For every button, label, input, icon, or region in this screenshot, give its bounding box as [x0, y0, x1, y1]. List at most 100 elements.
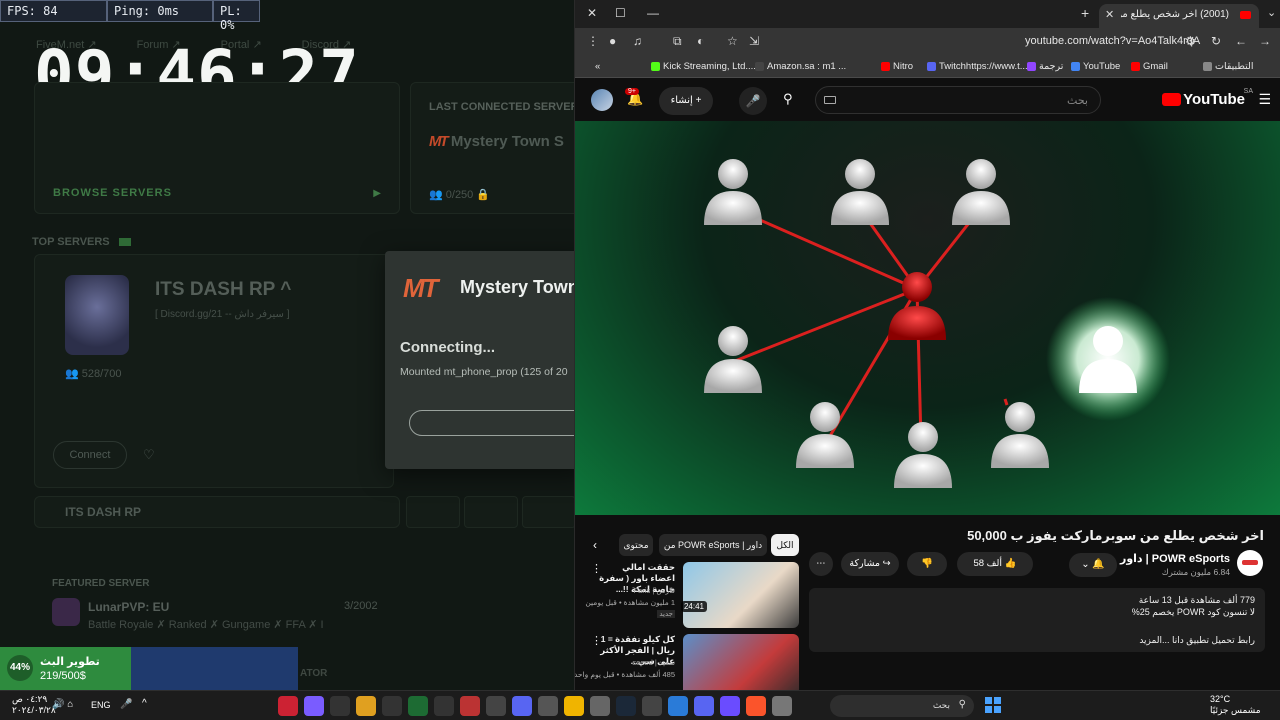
bookmark-nitro[interactable]: Nitro: [881, 61, 913, 72]
app-icon[interactable]: [460, 696, 480, 716]
featured-server-name[interactable]: LunarPVP: EU: [88, 600, 169, 614]
chrome-icon[interactable]: [668, 696, 688, 716]
subscribed-bell-button[interactable]: ⌄ 🔔: [1069, 553, 1117, 577]
file-explorer-icon[interactable]: [772, 696, 792, 716]
tab-search-icon[interactable]: ⌄: [1267, 6, 1276, 19]
search-input[interactable]: بحث: [815, 86, 1101, 114]
bookmark-gmail[interactable]: Gmail: [1131, 61, 1168, 72]
like-button[interactable]: 58 ألف 👍: [957, 552, 1033, 576]
video-thumbnail[interactable]: [683, 562, 799, 628]
user-avatar[interactable]: [591, 89, 613, 111]
extension-icon[interactable]: ◐: [697, 34, 704, 48]
bookmark-star-icon[interactable]: ☆: [727, 34, 738, 48]
reload-icon[interactable]: ↻: [1211, 34, 1221, 48]
channel-avatar[interactable]: [1237, 550, 1263, 576]
back-icon[interactable]: ←: [1235, 34, 1247, 48]
bookmark-amazon[interactable]: Amazon.sa : m1 ...: [755, 61, 846, 72]
bookmarks-overflow-icon[interactable]: «: [595, 61, 600, 72]
app-icon[interactable]: [486, 696, 506, 716]
connect-button[interactable]: Connect: [53, 441, 127, 469]
app-icon[interactable]: [408, 696, 428, 716]
taskbar-clock[interactable]: ٠٤:٢٩ ص ٢٠٢٤/٠٣/٢٨: [12, 694, 56, 716]
last-connected-card[interactable]: LAST CONNECTED SERVER MT Mystery Town S …: [410, 82, 574, 214]
taskbar-search[interactable]: بحث ⚲: [830, 695, 974, 717]
language-indicator[interactable]: ENG: [91, 700, 111, 710]
browser-tab[interactable]: ✕ (2001) اخر شخص يطلع من سو: [1099, 4, 1259, 28]
voice-search-icon[interactable]: 🎤: [739, 87, 767, 115]
weather-widget[interactable]: 32°C مشمس جزئيًا: [1210, 694, 1261, 716]
youtube-logo[interactable]: YouTube: [1162, 91, 1245, 108]
dislike-button[interactable]: 👎: [907, 552, 947, 576]
app-icon[interactable]: [590, 696, 610, 716]
search-icon[interactable]: ⚲: [783, 91, 793, 107]
discord-icon[interactable]: [512, 696, 532, 716]
hamburger-menu-icon[interactable]: ☰: [1258, 91, 1271, 108]
app-icon[interactable]: [382, 696, 402, 716]
menu-dots-icon[interactable]: ⋮: [587, 34, 599, 48]
app-icon[interactable]: [720, 696, 740, 716]
bookmark-youtube[interactable]: YouTube: [1071, 61, 1120, 72]
bookmark-translate[interactable]: ترجمة: [1027, 61, 1063, 72]
app-icon[interactable]: [304, 696, 324, 716]
bookmark-apps[interactable]: التطبيقات: [1203, 61, 1254, 72]
more-actions-button[interactable]: ⋯: [809, 552, 833, 576]
app-icon[interactable]: [434, 696, 454, 716]
tray-icons[interactable]: 🔊 ⌂: [52, 699, 73, 710]
profile-icon[interactable]: ●: [609, 34, 616, 48]
chevron-left-icon[interactable]: ‹: [593, 538, 597, 552]
microphone-icon[interactable]: 🎤: [120, 699, 132, 710]
maximize-window-icon[interactable]: ☐: [615, 6, 626, 20]
install-app-icon[interactable]: ⇲: [749, 34, 759, 48]
new-tab-icon[interactable]: +: [1081, 5, 1089, 21]
video-description[interactable]: 779 ألف مشاهدة قبل 13 ساعة لا تنسون كود …: [809, 588, 1265, 652]
bookmark-translate-label: ترجمة: [1039, 61, 1064, 72]
red-person-icon: [888, 272, 946, 340]
chip-from-channel[interactable]: من POWR eSports | داور: [659, 534, 767, 556]
share-button[interactable]: مشاركة ↪: [841, 552, 899, 576]
top-server-card[interactable]: ITS DASH RP ^ [ Discord.gg/21 -- سيرفر د…: [34, 254, 394, 488]
video-player[interactable]: [575, 121, 1280, 515]
recommended-video[interactable]: 24:41 حققت امالي اعضاء باور ( سفرة خاصة …: [585, 562, 799, 628]
create-button[interactable]: إنشاء +: [659, 87, 713, 115]
channel-name[interactable]: POWR eSports | داور: [1120, 552, 1230, 565]
close-window-icon[interactable]: ✕: [587, 6, 597, 20]
favorite-heart-icon[interactable]: ♡: [143, 447, 155, 463]
media-icon[interactable]: ♫: [633, 34, 642, 48]
menu-dots-icon[interactable]: ⋮: [591, 562, 602, 575]
forward-icon[interactable]: →: [1259, 34, 1271, 48]
video-thumbnail[interactable]: [683, 634, 799, 690]
steam-icon[interactable]: [616, 696, 636, 716]
keyboard-icon[interactable]: [824, 96, 836, 104]
server-row[interactable]: ITS DASH RP: [34, 496, 400, 528]
close-tab-icon[interactable]: ✕: [1105, 8, 1114, 21]
server-tile[interactable]: [522, 496, 574, 528]
recommended-video[interactable]: كل كيلو تفقدة = 1 ريال | الفجر الأكثر عل…: [575, 634, 799, 690]
windows-start-icon[interactable]: [985, 697, 1001, 713]
address-bar[interactable]: youtube.com/watch?v=Ao4Talk4rqA: [1025, 35, 1200, 47]
extensions-icon[interactable]: ⧉: [673, 34, 682, 49]
server-tile[interactable]: [406, 496, 460, 528]
weather-temp: 32°C: [1210, 694, 1231, 704]
description-more[interactable]: رابط تحميل تطبيق دانا ...المزيد: [1139, 634, 1255, 646]
browser-toolbar: ⋮ ● ♫ ⧉ ◐ ☆ ⇲ youtube.com/watch?v=Ao4Tal…: [575, 28, 1280, 56]
menu-dots-icon[interactable]: ⋮: [591, 634, 602, 647]
app-icon[interactable]: [564, 696, 584, 716]
show-hidden-icons-icon[interactable]: ^: [142, 698, 147, 709]
site-settings-icon[interactable]: ⚙: [1185, 34, 1196, 48]
bookmark-kick[interactable]: Kick Streaming, Ltd....: [651, 61, 756, 72]
browse-servers-card[interactable]: BROWSE SERVERS ▶: [34, 82, 400, 214]
server-tile[interactable]: [464, 496, 518, 528]
ping-counter: Ping: 0ms: [107, 0, 213, 22]
chip-all[interactable]: الكل: [771, 534, 799, 556]
app-icon[interactable]: [356, 696, 376, 716]
brave-icon[interactable]: [746, 696, 766, 716]
app-icon[interactable]: [538, 696, 558, 716]
chip-content[interactable]: محتوى: [619, 534, 653, 556]
app-icon[interactable]: [278, 696, 298, 716]
bookmark-twitch[interactable]: Twitchhttps://www.t...: [927, 61, 1028, 72]
discord-icon[interactable]: [694, 696, 714, 716]
app-icon[interactable]: [642, 696, 662, 716]
app-icon[interactable]: [330, 696, 350, 716]
minimize-window-icon[interactable]: —: [647, 6, 659, 20]
taskbar-search-placeholder: بحث: [932, 700, 950, 710]
